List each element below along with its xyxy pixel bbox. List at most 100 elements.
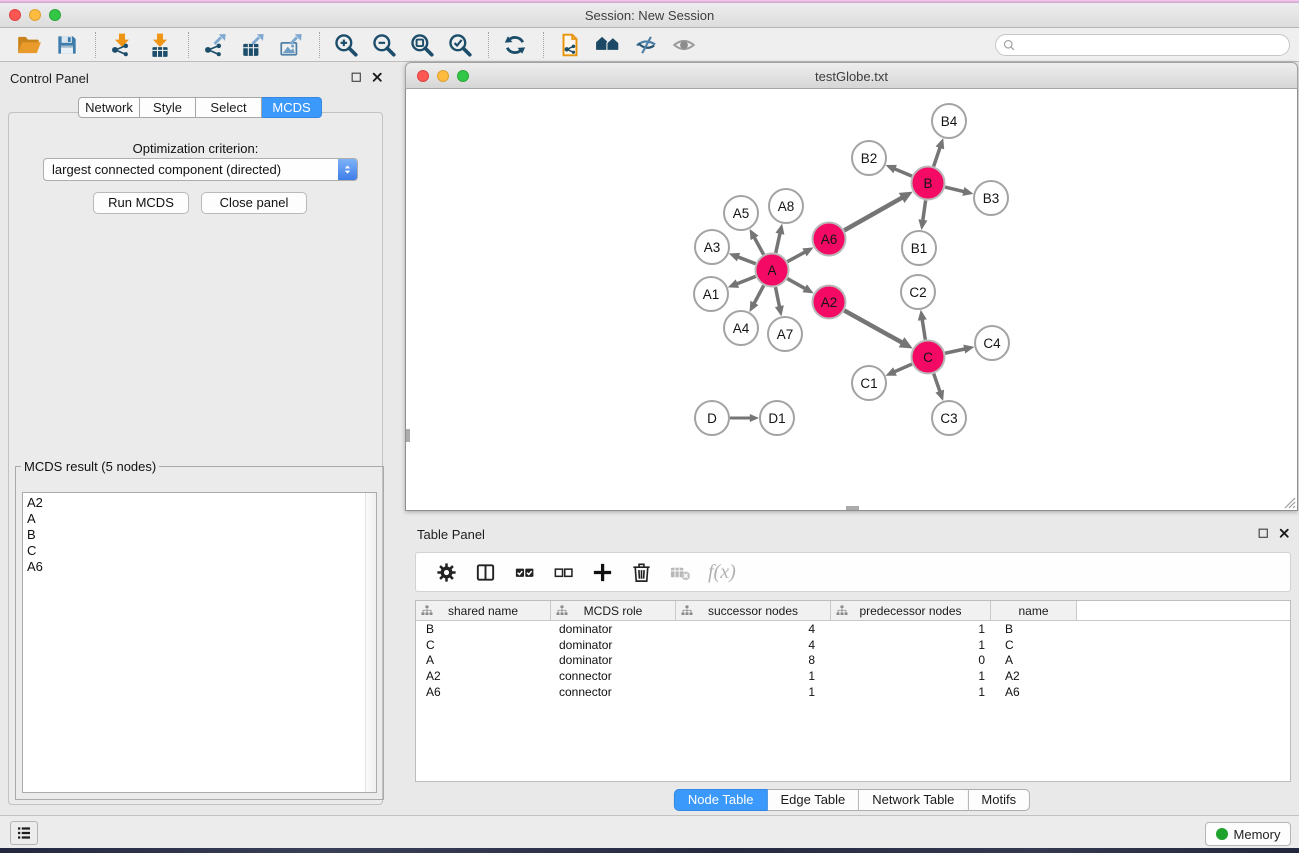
cell-successor-nodes[interactable]: 4 [676, 638, 831, 652]
graph-node-B1[interactable]: B1 [902, 231, 936, 265]
graph-edge-A6-B[interactable] [844, 192, 913, 231]
graph-edge-A-A3[interactable] [729, 253, 756, 264]
tab-motifs[interactable]: Motifs [968, 789, 1030, 811]
show-columns-button[interactable] [472, 559, 498, 585]
graph-edge-A-A1[interactable] [728, 276, 756, 287]
search-box[interactable] [995, 34, 1290, 56]
cell-name[interactable]: C [991, 638, 1077, 652]
graph-node-C3[interactable]: C3 [932, 401, 966, 435]
close-table-panel-icon[interactable] [1277, 526, 1291, 540]
cell-predecessor-nodes[interactable]: 1 [831, 685, 991, 699]
graph-edge-A-A6[interactable] [787, 247, 813, 261]
graph-node-C[interactable]: C [912, 341, 945, 374]
mcds-result-item[interactable]: A [27, 511, 376, 527]
graph-edge-C-C1[interactable] [885, 364, 912, 376]
tab-style[interactable]: Style [140, 97, 196, 118]
result-list-scrollbar[interactable] [365, 493, 376, 792]
tab-mcds[interactable]: MCDS [262, 97, 322, 118]
resize-grip[interactable] [1282, 495, 1296, 509]
export-network-button[interactable] [200, 30, 230, 60]
close-panel-icon[interactable] [370, 70, 384, 84]
settings-button[interactable] [433, 559, 459, 585]
task-history-button[interactable] [10, 821, 38, 845]
run-mcds-button[interactable]: Run MCDS [93, 192, 189, 214]
mcds-result-list[interactable]: A2ABCA6 [22, 492, 377, 793]
graph-node-A5[interactable]: A5 [724, 196, 758, 230]
import-table-button[interactable] [145, 30, 175, 60]
show-hide-button[interactable] [669, 30, 699, 60]
cell-predecessor-nodes[interactable]: 1 [831, 669, 991, 683]
cell-shared-name[interactable]: A6 [416, 685, 551, 699]
table-row[interactable]: A2connector11A2 [416, 668, 1290, 684]
cell-shared-name[interactable]: B [416, 622, 551, 636]
canvas-vertical-scroll-indicator[interactable] [406, 429, 410, 442]
first-neighbors-button[interactable] [593, 30, 623, 60]
graph-edge-A-A2[interactable] [787, 279, 813, 294]
column-header-MCDS-role[interactable]: MCDS role [551, 601, 676, 620]
graph-node-B[interactable]: B [912, 167, 945, 200]
graph-edge-C-C4[interactable] [945, 345, 974, 354]
cell-shared-name[interactable]: A [416, 653, 551, 667]
float-panel-icon[interactable] [349, 70, 363, 84]
zoom-selected-button[interactable] [445, 30, 475, 60]
node-table[interactable]: shared nameMCDS rolesuccessor nodesprede… [415, 600, 1291, 782]
column-header-name[interactable]: name [991, 601, 1077, 620]
graph-edge-A-A5[interactable] [750, 229, 764, 255]
column-header-successor-nodes[interactable]: successor nodes [676, 601, 831, 620]
duplicate-network-button[interactable] [555, 30, 585, 60]
zoom-in-button[interactable] [331, 30, 361, 60]
mcds-result-item[interactable]: A2 [27, 495, 376, 511]
export-image-button[interactable] [276, 30, 306, 60]
graph-edge-B-B3[interactable] [945, 187, 973, 196]
cell-shared-name[interactable]: A2 [416, 669, 551, 683]
cell-successor-nodes[interactable]: 8 [676, 653, 831, 667]
tab-edge-table[interactable]: Edge Table [767, 789, 859, 811]
zoom-fit-button[interactable] [407, 30, 437, 60]
network-window-titlebar[interactable]: testGlobe.txt [405, 62, 1298, 89]
canvas-horizontal-scroll-indicator[interactable] [846, 506, 859, 510]
delete-row-button[interactable] [628, 559, 654, 585]
refresh-button[interactable] [500, 30, 530, 60]
cell-predecessor-nodes[interactable]: 1 [831, 622, 991, 636]
deselect-all-button[interactable] [550, 559, 576, 585]
table-row[interactable]: Cdominator41C [416, 637, 1290, 653]
graph-node-B2[interactable]: B2 [852, 141, 886, 175]
graph-node-A3[interactable]: A3 [695, 230, 729, 264]
graph-node-B4[interactable]: B4 [932, 104, 966, 138]
graph-node-C1[interactable]: C1 [852, 366, 886, 400]
export-table-button[interactable] [238, 30, 268, 60]
search-input[interactable] [1017, 36, 1289, 54]
graph-node-A4[interactable]: A4 [724, 311, 758, 345]
graph-edge-B-B4[interactable] [934, 138, 945, 166]
cell-MCDS-role[interactable]: dominator [551, 638, 676, 652]
table-row[interactable]: A6connector11A6 [416, 684, 1290, 700]
tab-network-table[interactable]: Network Table [859, 789, 968, 811]
cell-MCDS-role[interactable]: connector [551, 685, 676, 699]
graph-node-A1[interactable]: A1 [694, 277, 728, 311]
graph-edge-A-A8[interactable] [775, 224, 784, 253]
graph-node-A2[interactable]: A2 [813, 286, 846, 319]
cell-name[interactable]: B [991, 622, 1077, 636]
save-session-button[interactable] [52, 30, 82, 60]
mcds-result-item[interactable]: B [27, 527, 376, 543]
cell-successor-nodes[interactable]: 4 [676, 622, 831, 636]
graph-node-A7[interactable]: A7 [768, 317, 802, 351]
graph-edge-D-D1[interactable] [730, 414, 759, 422]
table-row[interactable]: Adominator80A [416, 653, 1290, 669]
cell-successor-nodes[interactable]: 1 [676, 669, 831, 683]
zoom-out-button[interactable] [369, 30, 399, 60]
select-all-button[interactable] [511, 559, 537, 585]
network-canvas[interactable]: B4B2BB3A8A5A6A3B1AC2A1A2A4A7C4CC1C3DD1 [405, 89, 1298, 511]
graph-edge-B-B2[interactable] [886, 165, 912, 176]
float-table-panel-icon[interactable] [1256, 526, 1270, 540]
criterion-dropdown[interactable]: largest connected component (directed) [43, 158, 358, 181]
add-row-button[interactable] [589, 559, 615, 585]
close-panel-button[interactable]: Close panel [201, 192, 307, 214]
graph-edge-C-C2[interactable] [918, 310, 927, 340]
cell-name[interactable]: A6 [991, 685, 1077, 699]
cell-MCDS-role[interactable]: connector [551, 669, 676, 683]
cell-name[interactable]: A [991, 653, 1077, 667]
graph-node-C2[interactable]: C2 [901, 275, 935, 309]
graph-edge-C-C3[interactable] [934, 374, 944, 401]
graph-node-A[interactable]: A [756, 254, 789, 287]
